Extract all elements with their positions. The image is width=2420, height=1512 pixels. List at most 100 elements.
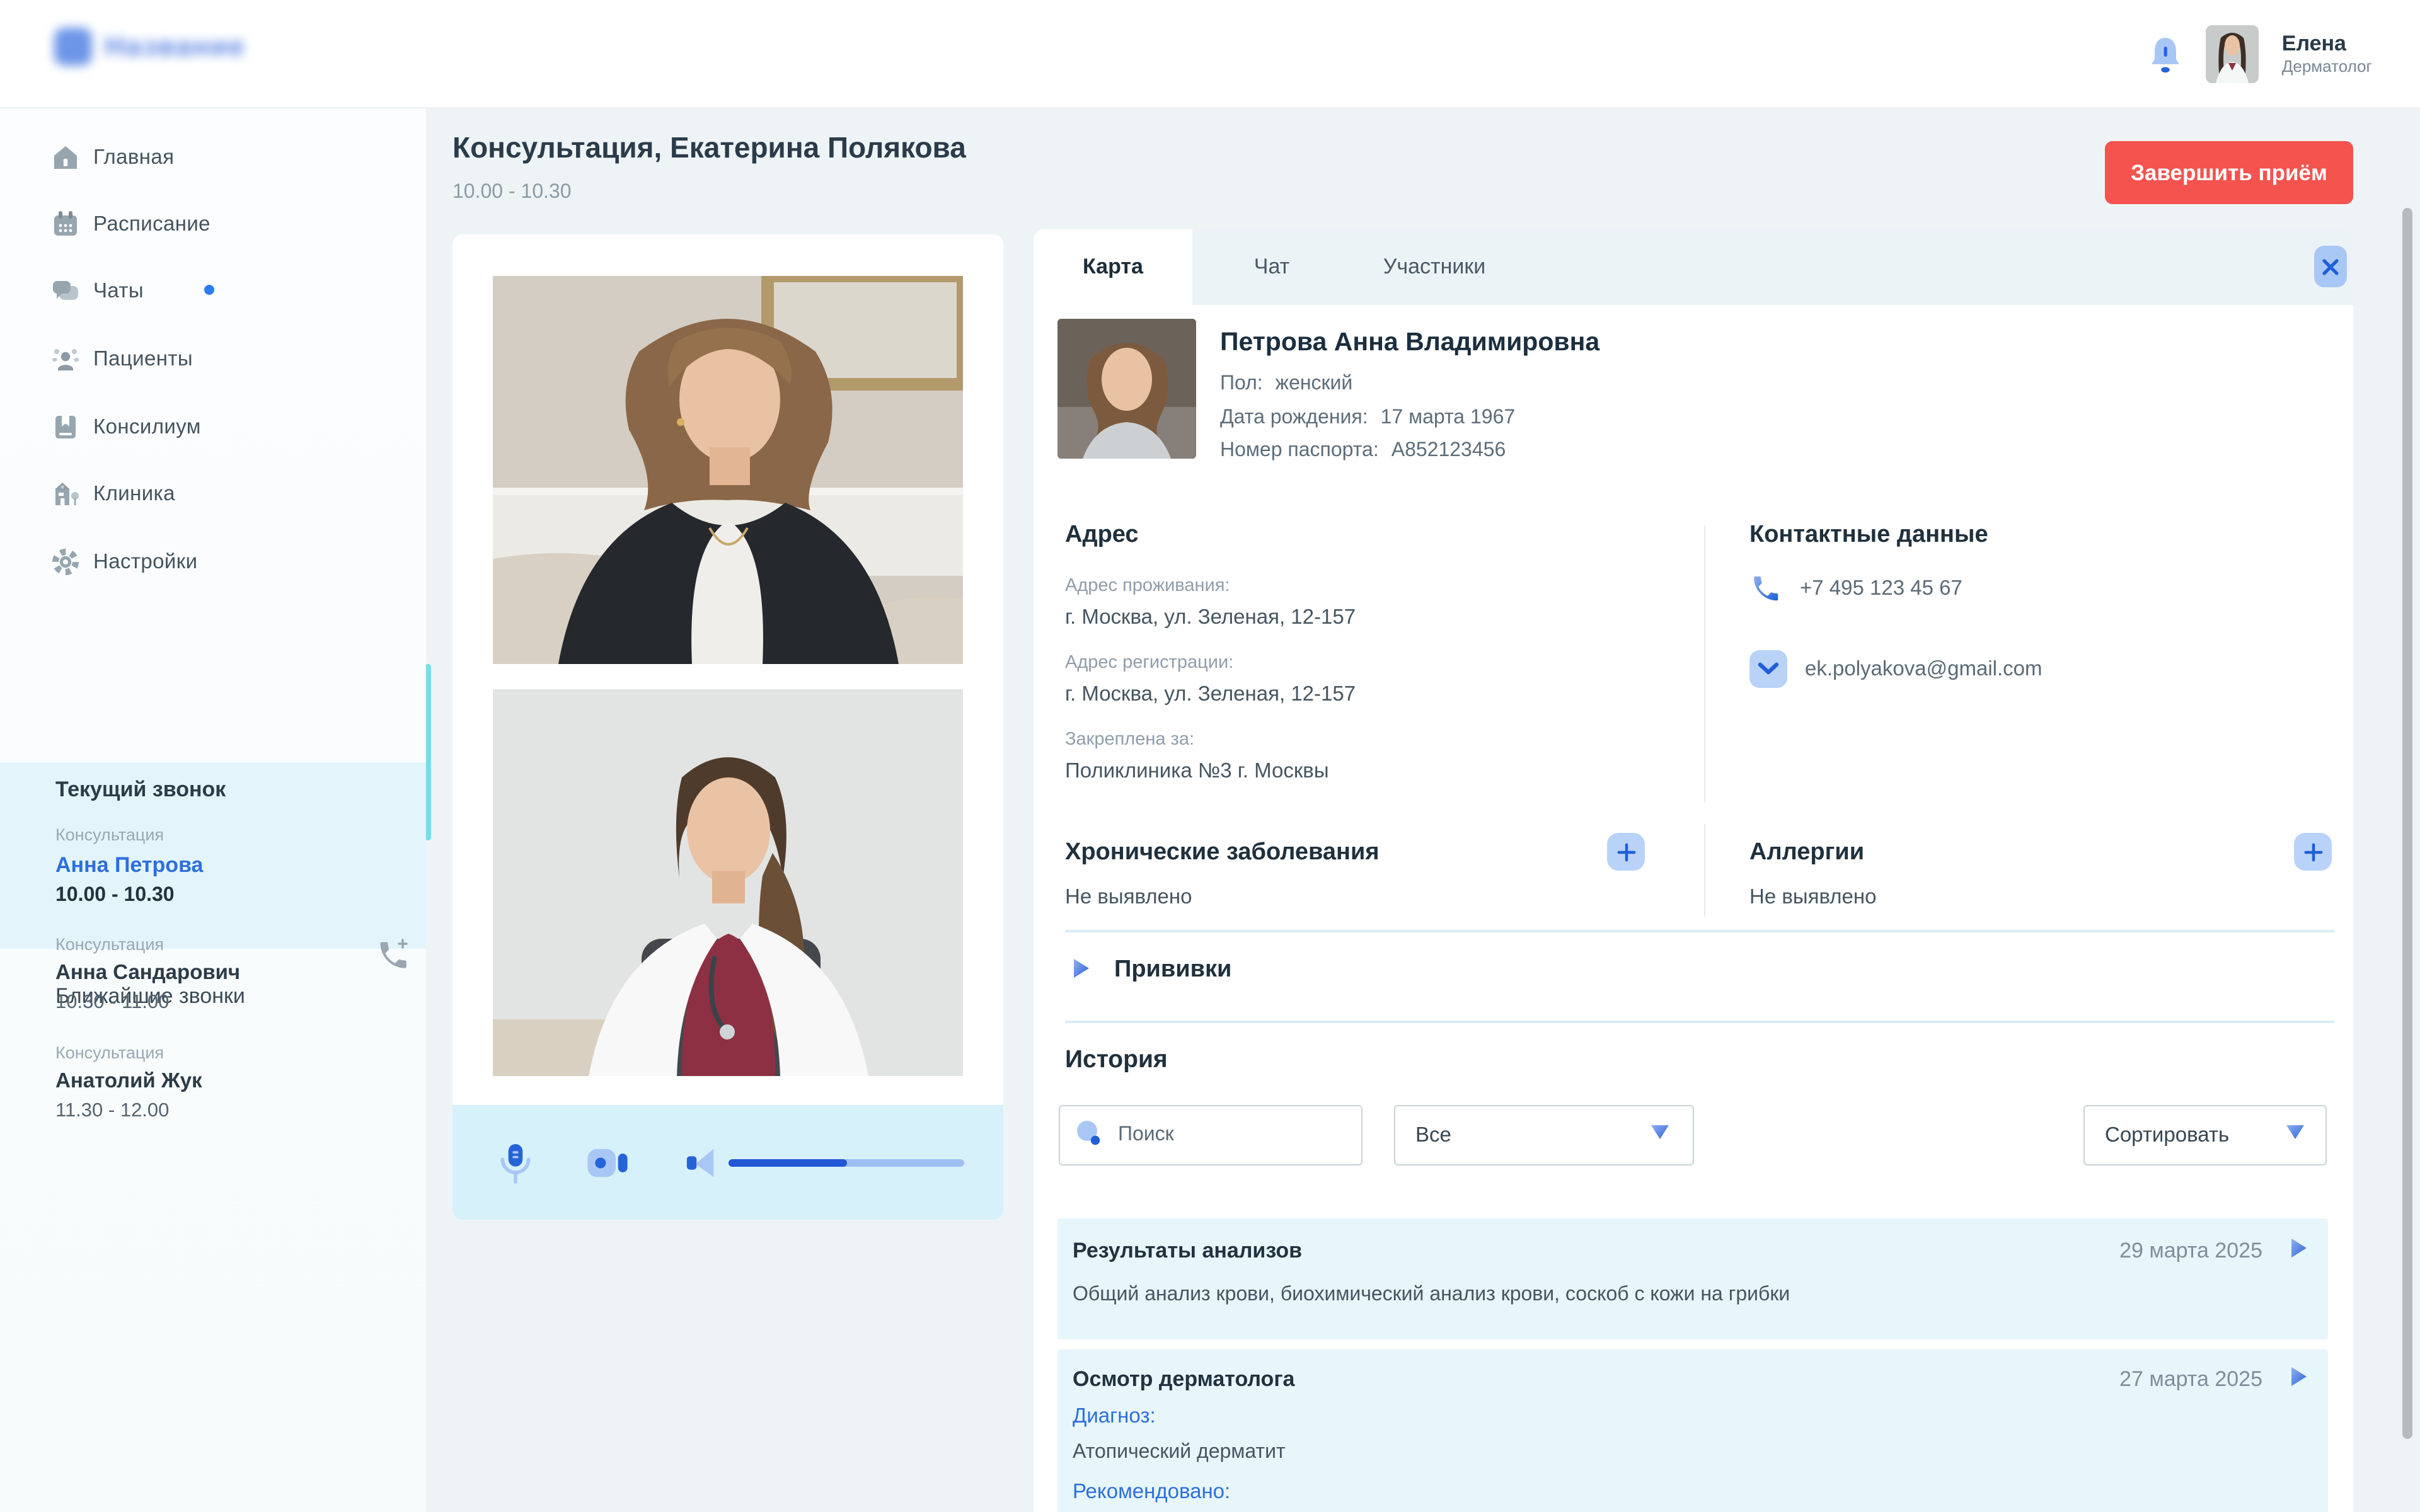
current-call-title: Текущий звонок <box>55 777 226 801</box>
field-label: Дата рождения: <box>1220 407 1368 428</box>
call-controls <box>452 1105 1003 1220</box>
field-value: 17 марта 1967 <box>1380 407 1516 428</box>
sidebar-item-settings[interactable]: Настройки <box>0 543 426 581</box>
patient-field-row: Пол: женский <box>1220 373 1352 396</box>
history-entry-date: 29 марта 2025 <box>2119 1239 2262 1263</box>
current-call-time: 10.00 - 10.30 <box>55 885 175 906</box>
address-value: г. Москва, ул. Зеленая, 12-157 <box>1065 683 1356 706</box>
plus-icon <box>2303 842 2322 861</box>
add-call-icon[interactable] <box>376 937 411 973</box>
history-entry-date: 27 марта 2025 <box>2119 1367 2262 1391</box>
volume-slider-fill <box>729 1159 846 1167</box>
clinic-icon <box>50 479 81 509</box>
sidebar-item-clinic[interactable]: Клиника <box>0 475 426 513</box>
patients-icon <box>50 344 81 374</box>
tab-card[interactable]: Карта <box>1034 229 1192 305</box>
tab-bar: Карта Чат Участники <box>1034 229 2353 305</box>
email-row[interactable]: ek.polyakova@gmail.com <box>1749 650 2043 688</box>
finish-appointment-label: Завершить приём <box>2131 159 2327 185</box>
sidebar: Главная Расписание Чаты Пациенты Консили… <box>0 107 426 1512</box>
doctor-avatar-image <box>2206 25 2259 83</box>
sidebar-item-label: Расписание <box>93 212 210 235</box>
user-name: Елена <box>2281 31 2346 55</box>
plus-icon <box>1616 842 1635 861</box>
speaker-icon <box>686 1148 713 1177</box>
column-divider <box>1704 525 1705 803</box>
close-icon <box>2322 258 2339 275</box>
logo-text: Название <box>105 30 246 62</box>
volume-slider[interactable] <box>729 1159 964 1167</box>
patient-field-row: Номер паспорта: A852123456 <box>1220 440 1506 462</box>
history-entry[interactable]: Результаты анализов 29 марта 2025 Общий … <box>1057 1218 2328 1339</box>
upcoming-call[interactable]: Консультация Анна Сандарович 10.30 - 11.… <box>0 935 426 1036</box>
vaccinations-expander[interactable] <box>1073 958 1093 983</box>
arrow-right-icon[interactable] <box>2290 1237 2308 1265</box>
address-value: г. Москва, ул. Зеленая, 12-157 <box>1065 606 1356 629</box>
upcoming-call[interactable]: Консультация Анатолий Жук 11.30 - 12.00 <box>0 1043 426 1144</box>
sidebar-item-schedule[interactable]: Расписание <box>0 205 426 243</box>
patient-field-row: Дата рождения: 17 марта 1967 <box>1220 407 1515 430</box>
section-divider <box>1065 1021 2334 1023</box>
sidebar-item-label: Консилиум <box>93 415 201 438</box>
phone-value: +7 495 123 45 67 <box>1800 576 1962 599</box>
mic-button[interactable] <box>490 1105 541 1220</box>
current-call-patient[interactable]: Анна Петрова <box>55 853 203 878</box>
chevron-down-icon <box>2285 1124 2305 1147</box>
sidebar-item-chats[interactable]: Чаты <box>0 272 426 310</box>
sidebar-item-label: Клиника <box>93 482 175 505</box>
filter-value: Все <box>1415 1123 1451 1146</box>
gear-icon <box>50 547 81 577</box>
history-sort-button[interactable]: Сортировать <box>2083 1105 2327 1166</box>
history-search[interactable] <box>1059 1105 1363 1166</box>
home-icon <box>50 142 81 173</box>
allergies-value: Не выявлено <box>1749 886 1877 908</box>
address-label: Адрес проживания: <box>1065 576 1230 596</box>
page-time: 10.00 - 10.30 <box>452 181 572 203</box>
search-input[interactable] <box>1115 1123 1322 1148</box>
chronic-title: Хронические заболевания <box>1065 839 1380 866</box>
upcoming-call-patient: Анна Сандарович <box>55 961 241 984</box>
sidebar-item-label: Пациенты <box>93 347 193 370</box>
tab-participants[interactable]: Участники <box>1359 229 1510 305</box>
speaker-button[interactable] <box>676 1105 726 1220</box>
doctor-video <box>493 689 963 1076</box>
sidebar-item-council[interactable]: Консилиум <box>0 408 426 446</box>
tab-chat[interactable]: Чат <box>1228 229 1316 305</box>
user-role: Дерматолог <box>2281 57 2372 76</box>
camera-button[interactable] <box>582 1105 633 1220</box>
mic-icon <box>500 1143 531 1183</box>
sort-label: Сортировать <box>2105 1123 2230 1146</box>
close-button[interactable] <box>2314 246 2347 287</box>
unread-dot <box>204 285 214 295</box>
history-entry-title: Результаты анализов <box>1073 1239 1303 1263</box>
contacts-title: Контактные данные <box>1749 522 1988 548</box>
topbar: Название Елена Дерматолог <box>0 0 2420 108</box>
allergies-title: Аллергии <box>1749 839 1865 866</box>
column-divider <box>1704 824 1705 916</box>
current-call-block[interactable]: Текущий звонок Консультация Анна Петрова… <box>0 762 426 949</box>
add-chronic-button[interactable] <box>1607 833 1645 871</box>
finish-appointment-button[interactable]: Завершить приём <box>2105 141 2353 204</box>
chronic-value: Не выявлено <box>1065 886 1192 908</box>
field-label: Пол: <box>1220 373 1263 394</box>
app-screen: Название Елена Дерматолог Главная Распис… <box>0 0 2420 1512</box>
tab-label: Чат <box>1253 255 1290 278</box>
bell-icon[interactable] <box>2148 35 2184 72</box>
field-label: Номер паспорта: <box>1220 440 1379 461</box>
history-entry[interactable]: Осмотр дерматолога 27 марта 2025 Диагноз… <box>1057 1349 2328 1512</box>
chevron-down-icon <box>1650 1124 1670 1147</box>
add-allergy-button[interactable] <box>2294 833 2332 871</box>
arrow-right-icon[interactable] <box>2290 1366 2308 1394</box>
page-scrollbar[interactable] <box>2402 208 2412 1439</box>
phone-row[interactable]: +7 495 123 45 67 <box>1749 572 1962 605</box>
app-logo: Название <box>54 28 246 66</box>
mail-icon <box>1749 650 1787 688</box>
sidebar-item-home[interactable]: Главная <box>0 139 426 176</box>
sidebar-item-label: Главная <box>93 146 175 168</box>
search-icon <box>1075 1118 1103 1152</box>
sidebar-item-patients[interactable]: Пациенты <box>0 340 426 378</box>
history-filter-select[interactable]: Все <box>1394 1105 1694 1166</box>
upcoming-call-type: Консультация <box>55 1043 164 1062</box>
user-avatar[interactable] <box>2206 25 2259 83</box>
doctor-video-image <box>493 689 963 1076</box>
